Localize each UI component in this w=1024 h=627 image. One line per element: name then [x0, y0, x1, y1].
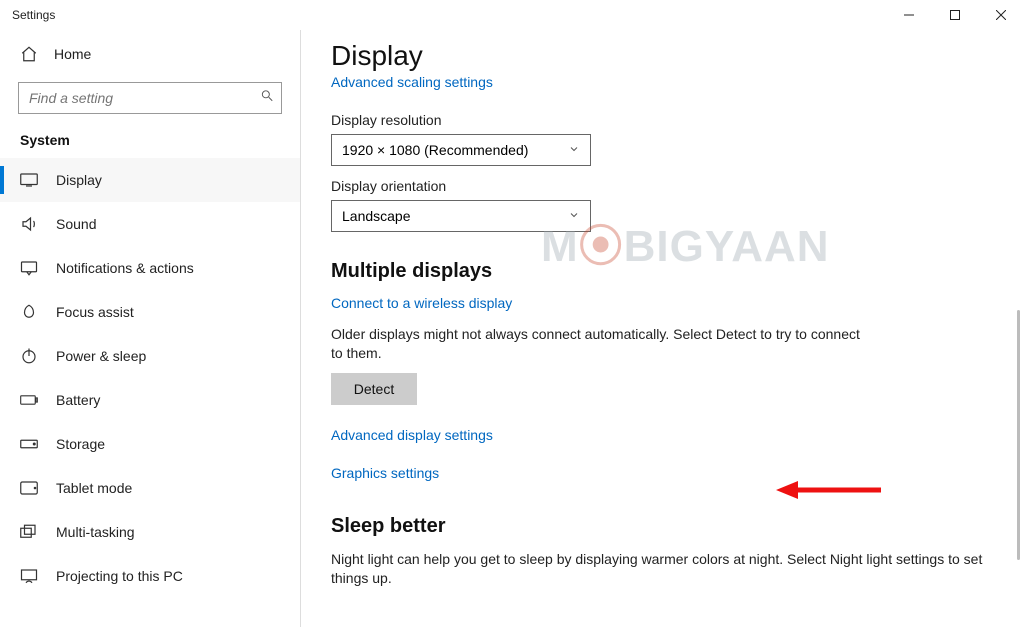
advanced-display-settings-link[interactable]: Advanced display settings: [331, 427, 1002, 443]
sidebar-item-display[interactable]: Display: [0, 158, 300, 202]
sidebar: Home System Display: [0, 30, 300, 627]
orientation-select[interactable]: Landscape: [331, 200, 591, 232]
home-button[interactable]: Home: [0, 34, 300, 74]
advanced-scaling-link[interactable]: Advanced scaling settings: [331, 74, 493, 90]
settings-window: Settings Home: [0, 0, 1024, 627]
sidebar-item-storage[interactable]: Storage: [0, 422, 300, 466]
projecting-icon: [20, 567, 38, 585]
sleep-better-text: Night light can help you get to sleep by…: [331, 550, 991, 588]
multiple-displays-heading: Multiple displays: [331, 260, 1002, 283]
home-label: Home: [54, 46, 91, 62]
sidebar-item-label: Sound: [56, 216, 96, 232]
titlebar: Settings: [0, 0, 1024, 30]
resolution-label: Display resolution: [331, 112, 1002, 128]
resolution-select[interactable]: 1920 × 1080 (Recommended): [331, 134, 591, 166]
search-box[interactable]: [18, 82, 282, 114]
sidebar-section-title: System: [0, 128, 300, 158]
chevron-down-icon: [568, 142, 580, 158]
sidebar-item-focus-assist[interactable]: Focus assist: [0, 290, 300, 334]
sound-icon: [20, 215, 38, 233]
chevron-down-icon: [568, 208, 580, 224]
sidebar-item-label: Battery: [56, 392, 100, 408]
sidebar-item-label: Power & sleep: [56, 348, 146, 364]
display-icon: [20, 171, 38, 189]
window-controls: [886, 0, 1024, 30]
sidebar-item-label: Storage: [56, 436, 105, 452]
sidebar-item-label: Focus assist: [56, 304, 134, 320]
sidebar-item-battery[interactable]: Battery: [0, 378, 300, 422]
annotation-arrow: [776, 478, 886, 502]
sidebar-item-label: Projecting to this PC: [56, 568, 183, 584]
window-title: Settings: [12, 8, 55, 22]
graphics-settings-link[interactable]: Graphics settings: [331, 465, 1002, 481]
close-button[interactable]: [978, 0, 1024, 30]
search-icon: [260, 89, 274, 108]
page-title: Display: [331, 40, 1002, 72]
sleep-better-heading: Sleep better: [331, 515, 1002, 538]
maximize-button[interactable]: [932, 0, 978, 30]
sidebar-item-label: Tablet mode: [56, 480, 132, 496]
tablet-icon: [20, 479, 38, 497]
sidebar-item-notifications[interactable]: Notifications & actions: [0, 246, 300, 290]
search-input[interactable]: [18, 82, 282, 114]
sidebar-item-label: Multi-tasking: [56, 524, 135, 540]
sidebar-item-sound[interactable]: Sound: [0, 202, 300, 246]
orientation-label: Display orientation: [331, 178, 1002, 194]
multitasking-icon: [20, 523, 38, 541]
battery-icon: [20, 391, 38, 409]
notifications-icon: [20, 259, 38, 277]
sidebar-item-label: Notifications & actions: [56, 260, 194, 276]
older-displays-text: Older displays might not always connect …: [331, 325, 871, 363]
sidebar-item-power-sleep[interactable]: Power & sleep: [0, 334, 300, 378]
content-area: M⦿BIGYAAN Display Advanced scaling setti…: [301, 30, 1024, 627]
sidebar-nav: Display Sound Notifications & actions: [0, 158, 300, 598]
orientation-value: Landscape: [342, 208, 411, 224]
sidebar-item-multitasking[interactable]: Multi-tasking: [0, 510, 300, 554]
home-icon: [20, 45, 38, 63]
scrollbar[interactable]: [1017, 310, 1020, 560]
resolution-value: 1920 × 1080 (Recommended): [342, 142, 528, 158]
storage-icon: [20, 435, 38, 453]
power-icon: [20, 347, 38, 365]
sidebar-item-tablet-mode[interactable]: Tablet mode: [0, 466, 300, 510]
minimize-button[interactable]: [886, 0, 932, 30]
connect-wireless-link[interactable]: Connect to a wireless display: [331, 295, 512, 311]
detect-button[interactable]: Detect: [331, 373, 417, 405]
sidebar-item-projecting[interactable]: Projecting to this PC: [0, 554, 300, 598]
focus-assist-icon: [20, 303, 38, 321]
sidebar-item-label: Display: [56, 172, 102, 188]
